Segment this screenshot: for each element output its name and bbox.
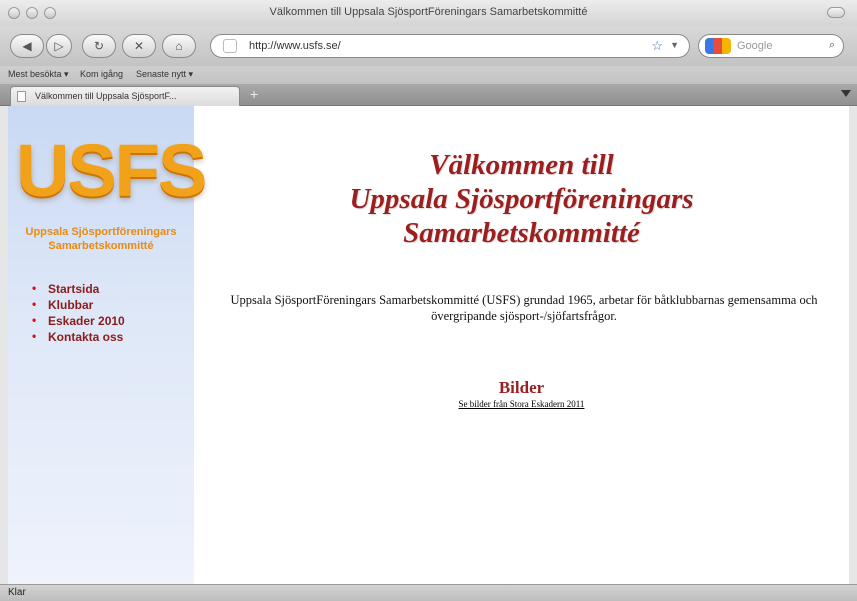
tab-list-icon[interactable] — [841, 90, 851, 97]
status-text: Klar — [8, 587, 26, 598]
navigation-toolbar: ◀ ▷ ↻ ✕ ⌂ http://www.usfs.se/ ☆ ▼ Google… — [0, 26, 857, 66]
page-title-line1: Välkommen till — [429, 149, 614, 181]
search-icon[interactable]: ⌕ — [829, 39, 835, 52]
stop-button[interactable]: ✕ — [122, 34, 156, 58]
page-title-line3: Samarbetskommitté — [403, 217, 640, 249]
toolbar-toggle-button[interactable] — [827, 7, 845, 18]
window-title: Välkommen till Uppsala SjösportFöreninga… — [269, 6, 588, 18]
url-text[interactable]: http://www.usfs.se/ — [249, 40, 341, 52]
home-icon: ⌂ — [175, 39, 183, 53]
title-bar: Välkommen till Uppsala SjösportFöreninga… — [0, 0, 857, 26]
tab-label: Välkommen till Uppsala SjösportF... — [35, 91, 177, 101]
page-icon — [17, 91, 26, 102]
back-button[interactable]: ◀ — [10, 34, 44, 58]
back-arrow-icon: ◀ — [22, 39, 32, 53]
sidebar-item-startsida[interactable]: Startsida — [32, 281, 125, 298]
page-title: Välkommen till Uppsala Sjösportföreninga… — [194, 148, 849, 250]
logo[interactable]: USFS — [16, 134, 207, 208]
sidebar-item-kontakta-oss[interactable]: Kontakta oss — [32, 329, 125, 346]
site-identity-icon[interactable] — [223, 39, 237, 53]
reload-button[interactable]: ↻ — [82, 34, 116, 58]
sidebar-item-eskader-2010[interactable]: Eskader 2010 — [32, 313, 125, 330]
tab-active[interactable]: Välkommen till Uppsala SjösportF... — [10, 86, 240, 106]
bookmark-most-visited[interactable]: Mest besökta ▾ — [8, 69, 69, 80]
page-title-line2: Uppsala Sjösportföreningars — [349, 183, 694, 215]
sidebar-nav: Startsida Klubbar Eskader 2010 Kontakta … — [32, 281, 125, 346]
logo-subtitle-line1: Uppsala Sjösportföreningars — [25, 226, 177, 238]
search-placeholder: Google — [737, 40, 773, 52]
url-dropdown-icon[interactable]: ▼ — [670, 40, 679, 50]
main-content: Välkommen till Uppsala Sjösportföreninga… — [194, 106, 849, 584]
page-content: USFS Uppsala Sjösportföreningars Samarbe… — [8, 106, 849, 584]
url-bar[interactable]: http://www.usfs.se/ ☆ ▼ — [210, 34, 690, 58]
search-box[interactable]: Google ⌕ — [698, 34, 844, 58]
bookmark-getting-started[interactable]: Kom igång — [80, 69, 123, 79]
bookmark-latest-news[interactable]: Senaste nytt ▾ — [136, 69, 193, 80]
bilder-link[interactable]: Se bilder från Stora Eskadern 2011 — [194, 399, 849, 409]
bookmark-star-icon[interactable]: ☆ — [651, 38, 663, 54]
bilder-heading: Bilder — [498, 378, 545, 397]
reload-icon: ↻ — [93, 39, 105, 53]
forward-arrow-icon: ▷ — [54, 39, 64, 53]
bookmarks-bar: Mest besökta ▾ Kom igång Senaste nytt ▾ — [0, 66, 857, 84]
search-engine-icon[interactable] — [705, 38, 731, 54]
home-button[interactable]: ⌂ — [162, 34, 196, 58]
sidebar-item-klubbar[interactable]: Klubbar — [32, 297, 125, 314]
sidebar: USFS Uppsala Sjösportföreningars Samarbe… — [8, 106, 207, 584]
intro-paragraph: Uppsala SjösportFöreningars Samarbetskom… — [230, 293, 818, 323]
logo-subtitle-line2: Samarbetskommitté — [48, 240, 154, 252]
tab-strip: Välkommen till Uppsala SjösportF... + — [0, 84, 857, 106]
forward-button[interactable]: ▷ — [46, 34, 72, 58]
status-bar: Klar — [0, 584, 857, 601]
stop-icon: ✕ — [133, 39, 145, 53]
new-tab-button[interactable]: + — [250, 86, 258, 102]
browser-window: Välkommen till Uppsala SjösportFöreninga… — [0, 0, 857, 601]
